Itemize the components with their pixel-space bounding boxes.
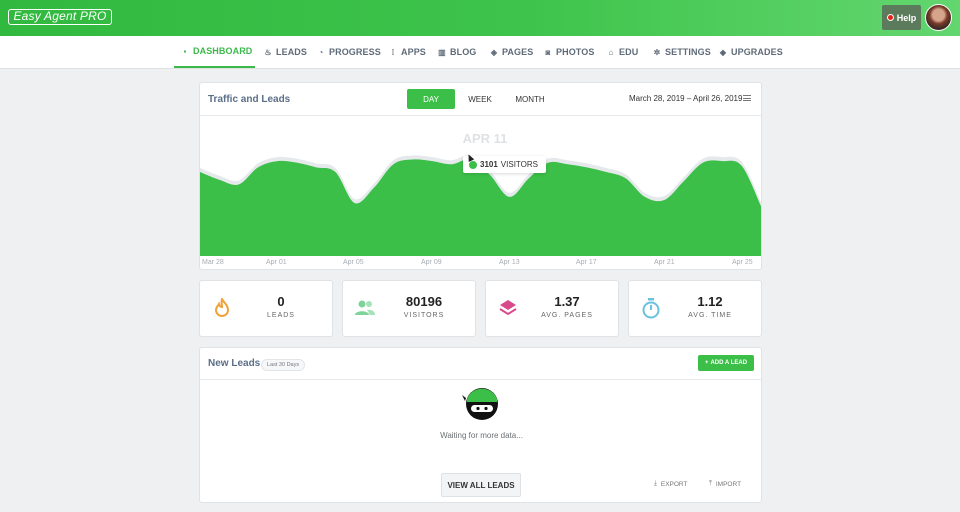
- stat-card-visitors: 80196 VISITORS: [342, 280, 476, 337]
- empty-state-text: Waiting for more data...: [440, 431, 523, 440]
- range-week-button[interactable]: WEEK: [459, 89, 501, 109]
- help-button[interactable]: Help: [882, 5, 921, 30]
- x-tick-label: Apr 05: [343, 259, 364, 266]
- nav-label: PHOTOS: [556, 47, 595, 57]
- tag-icon: ◆: [719, 47, 727, 57]
- stat-value: 1.12: [697, 294, 723, 309]
- stat-value: 1.37: [554, 294, 580, 309]
- leads-title: New Leads: [208, 358, 261, 369]
- nav-label: PAGES: [502, 47, 534, 57]
- x-tick-label: Apr 17: [576, 259, 597, 266]
- user-avatar[interactable]: [925, 4, 952, 31]
- range-day-button[interactable]: DAY: [407, 89, 455, 109]
- nav-item-edu[interactable]: ⌂ EDU: [607, 36, 639, 68]
- nav-label: EDU: [619, 47, 639, 57]
- x-tick-label: Apr 21: [654, 259, 675, 266]
- import-button[interactable]: ⤒ IMPORT: [709, 480, 741, 488]
- nav-item-dashboard[interactable]: ▪ DASHBOARD: [174, 36, 255, 68]
- traffic-card: Traffic and Leads DAY WEEK MONTH March 2…: [199, 82, 762, 270]
- layers-icon: ◈: [490, 47, 498, 57]
- gear-icon: ✲: [653, 47, 661, 57]
- book-icon: ▥: [438, 47, 446, 57]
- view-all-leads-button[interactable]: VIEW ALL LEADS: [441, 473, 521, 497]
- brand-logo[interactable]: Easy Agent PRO: [8, 9, 112, 25]
- export-label: EXPORT: [660, 480, 688, 488]
- stat-value: 0: [277, 294, 285, 309]
- camera-icon: ◙: [545, 47, 551, 57]
- stat-label: LEADS: [267, 312, 295, 319]
- add-lead-label: ADD A LEAD: [710, 360, 748, 366]
- traffic-title: Traffic and Leads: [208, 94, 291, 105]
- record-dot-icon: [886, 14, 894, 21]
- upload-icon: ⤒: [709, 480, 712, 487]
- divider: [200, 379, 761, 380]
- top-bar: Easy Agent PRO Help: [0, 0, 960, 36]
- tooltip-unit: VISITORS: [500, 160, 538, 169]
- x-tick-label: Apr 09: [421, 259, 442, 266]
- help-label: Help: [896, 12, 917, 23]
- hover-date: APR 11: [462, 131, 508, 146]
- nav-label: APPS: [401, 47, 426, 57]
- nav-label: PROGRESS: [329, 47, 381, 57]
- series-dot-icon: [469, 160, 477, 169]
- x-tick-label: Mar 28: [202, 259, 224, 266]
- flame-icon: ♨: [264, 47, 272, 57]
- progress-icon: ◔: [318, 47, 324, 57]
- nav-item-upgrades[interactable]: ◆ UPGRADES: [719, 36, 783, 68]
- nav-label: SETTINGS: [665, 47, 711, 57]
- stat-label: VISITORS: [403, 312, 445, 319]
- range-month-button[interactable]: MONTH: [507, 89, 553, 109]
- nav-label: UPGRADES: [731, 47, 783, 57]
- nav-item-progress[interactable]: ◔ PROGRESS: [317, 36, 381, 68]
- x-tick-label: Apr 01: [266, 259, 287, 266]
- tooltip-value: 3101: [480, 160, 498, 169]
- nav-item-blog[interactable]: ▥ BLOG: [438, 36, 476, 68]
- plus-icon: +: [704, 360, 709, 366]
- stat-value: 80196: [405, 294, 443, 309]
- nav-item-photos[interactable]: ◙ PHOTOS: [544, 36, 595, 68]
- nav-label: LEADS: [276, 47, 308, 57]
- nav-item-settings[interactable]: ✲ SETTINGS: [653, 36, 711, 68]
- nav-item-leads[interactable]: ♨ LEADS: [264, 36, 307, 68]
- date-range-picker[interactable]: March 28, 2019 – April 26, 2019: [629, 94, 742, 103]
- menu-icon[interactable]: [743, 95, 751, 101]
- import-label: IMPORT: [715, 480, 742, 488]
- add-lead-button[interactable]: + ADD A LEAD: [698, 355, 754, 371]
- nav-item-apps[interactable]: ⁞ APPS: [389, 36, 426, 68]
- stat-card-avg-pages: 1.37 AVG. PAGES: [485, 280, 619, 337]
- apps-icon: ⁞: [391, 47, 395, 57]
- download-icon: ⤓: [654, 480, 657, 487]
- period-badge: Last 30 Days: [261, 359, 306, 371]
- stat-card-leads: 0 LEADS: [199, 280, 333, 337]
- visitors-area: [200, 159, 761, 256]
- stat-label: AVG. TIME: [688, 312, 732, 319]
- x-tick-label: Apr 13: [499, 259, 520, 266]
- nav-label: BLOG: [450, 47, 477, 57]
- nav-item-pages[interactable]: ◈ PAGES: [490, 36, 533, 68]
- new-leads-card: New Leads Last 30 Days + ADD A LEAD Wait…: [199, 347, 762, 503]
- building-icon: ⌂: [608, 47, 614, 57]
- stat-card-avg-time: 1.12 AVG. TIME: [628, 280, 762, 337]
- ninja-mascot-icon: [462, 388, 498, 420]
- chart-tooltip: 3101 VISITORS: [463, 156, 546, 173]
- grid-icon: ▪: [183, 46, 187, 56]
- x-tick-label: Apr 25: [732, 259, 753, 266]
- stat-label: AVG. PAGES: [541, 312, 593, 319]
- nav-label: DASHBOARD: [193, 46, 253, 56]
- main-nav: ▪ DASHBOARD ♨ LEADS ◔ PROGRESS ⁞ APPS ▥ …: [0, 36, 960, 69]
- export-button[interactable]: ⤓ EXPORT: [654, 480, 687, 488]
